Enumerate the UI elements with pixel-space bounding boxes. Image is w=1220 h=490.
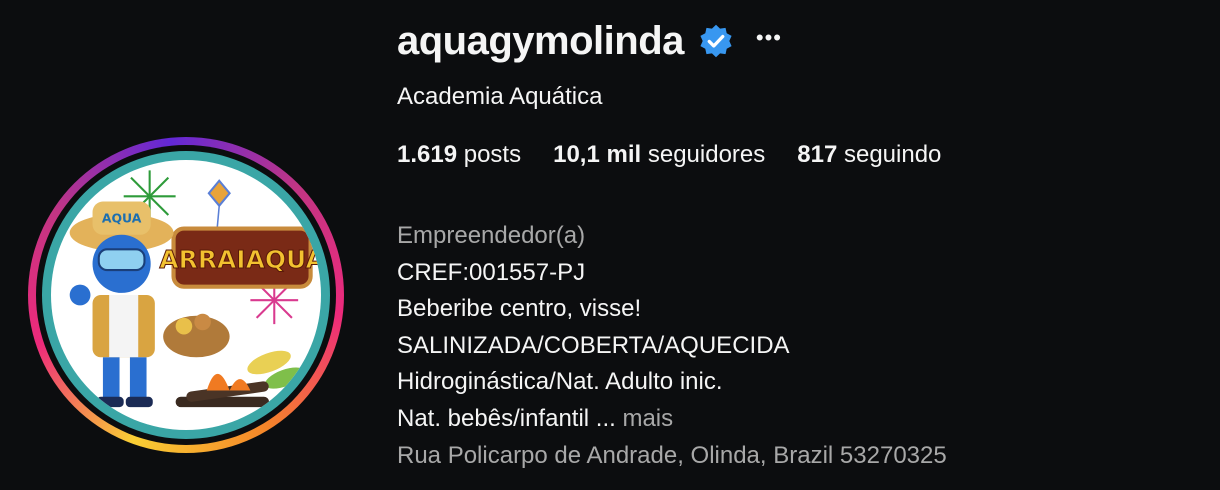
avatar-banner-text: ARRAIAQUA: [159, 245, 321, 274]
following-label: seguindo: [843, 141, 942, 168]
followers-value: 10,1 mil: [553, 141, 642, 168]
following-count[interactable]: 817 seguindo: [797, 141, 941, 169]
bio-line: SALINIZADA/COBERTA/AQUECIDA: [397, 331, 790, 359]
profile-category: Empreendedor(a): [397, 222, 586, 249]
avatar-illustration: ARRAIAQUA AQUA: [69, 170, 321, 408]
bio-line: CREF:001557-PJ: [397, 258, 586, 286]
bio-line-last: Nat. bebês/infantil ... mais: [397, 401, 947, 438]
profile-header: aquagymolinda •••: [397, 18, 782, 64]
following-value: 817: [797, 141, 838, 168]
more-options-icon[interactable]: •••: [756, 27, 782, 55]
profile-stats: 1.619 posts 10,1 mil seguidores 817 segu…: [397, 141, 941, 169]
posts-count[interactable]: 1.619 posts: [397, 141, 521, 169]
username[interactable]: aquagymolinda: [397, 19, 684, 64]
bio-line: Hidroginástica/Nat. Adulto inic.: [397, 368, 723, 396]
more-link[interactable]: mais: [622, 405, 673, 432]
bio-line: Nat. bebês/infantil ...: [397, 404, 616, 432]
avatar-ring[interactable]: ARRAIAQUA AQUA: [28, 137, 344, 453]
followers-count[interactable]: 10,1 mil seguidores: [553, 141, 765, 169]
profile-name: Academia Aquática: [397, 83, 603, 110]
verified-badge-icon: [698, 23, 734, 59]
avatar-hat-text: AQUA: [102, 210, 142, 225]
profile-avatar[interactable]: ARRAIAQUA AQUA: [42, 151, 330, 439]
posts-label: posts: [463, 141, 522, 168]
followers-label: seguidores: [647, 141, 766, 168]
profile-address[interactable]: Rua Policarpo de Andrade, Olinda, Brazil…: [397, 438, 947, 475]
posts-value: 1.619: [397, 141, 458, 168]
profile-bio: Empreendedor(a) CREF:001557-PJ Beberibe …: [397, 218, 947, 474]
bio-line: Beberibe centro, visse!: [397, 295, 642, 323]
